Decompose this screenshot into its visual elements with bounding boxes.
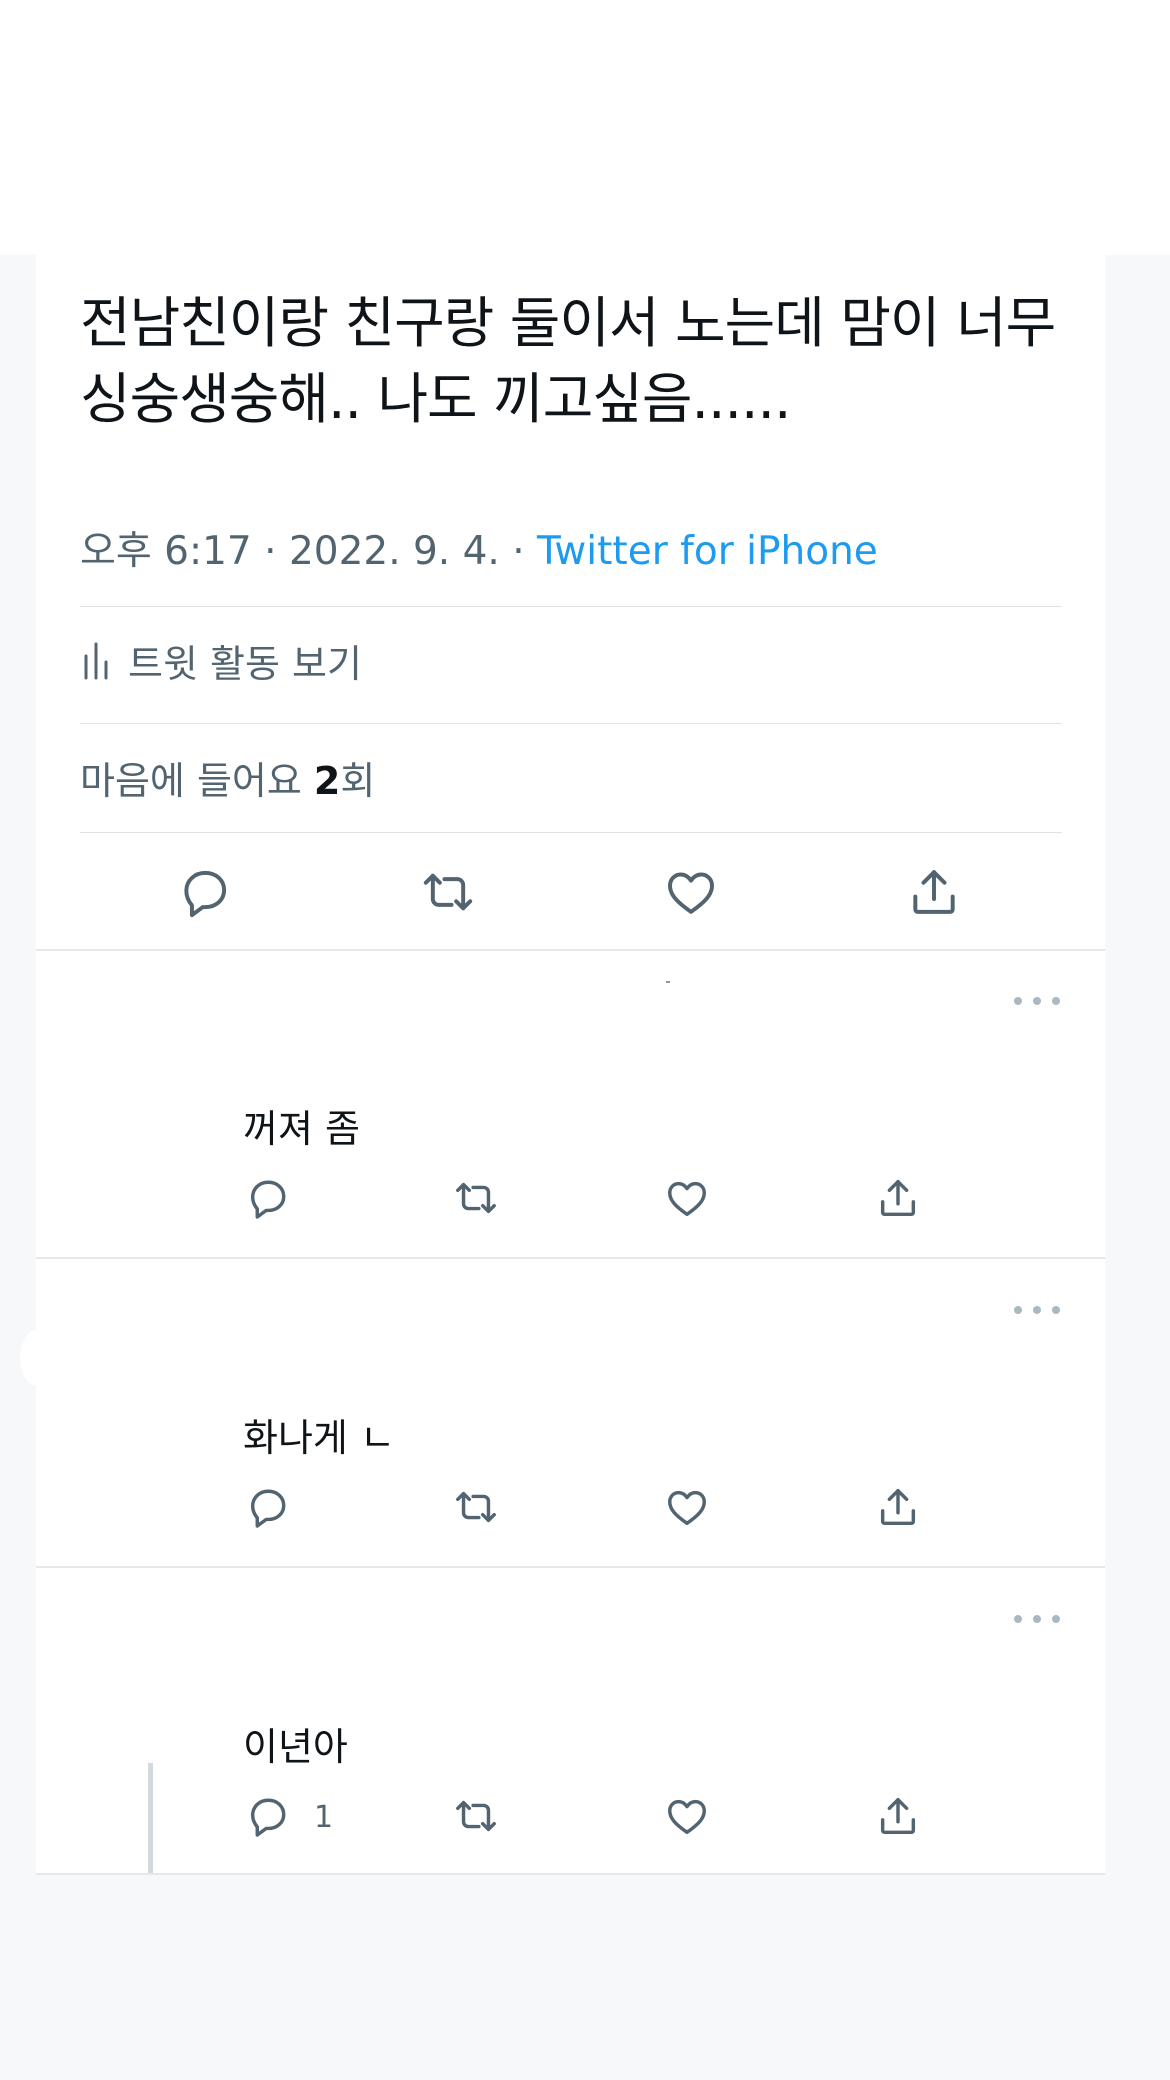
share-icon[interactable] [906,864,962,920]
tweet-meta: 오후 6:17 · 2022. 9. 4. · Twitter for iPho… [80,520,878,576]
retweet-icon[interactable] [420,864,476,920]
reply-icon[interactable] [177,864,233,920]
tweet-date: 2022. 9. 4. [288,529,500,574]
retweet-icon[interactable] [453,1175,499,1221]
more-options-icon[interactable] [1014,994,1060,1008]
likes-count-link[interactable]: 마음에 들어요 2회 [80,750,375,805]
tweet-activity-link[interactable]: 트윗 활동 보기 [80,632,362,688]
reply-icon[interactable] [245,1484,291,1530]
top-blank-area [0,0,1170,255]
likes-prefix: 마음에 들어요 [80,759,314,803]
analytics-icon [84,642,108,680]
likes-suffix: 회 [340,759,376,803]
thread-line [148,1763,153,1873]
tweet-activity-label: 트윗 활동 보기 [128,641,362,686]
divider [36,1257,1105,1259]
divider [36,1566,1105,1568]
like-icon[interactable] [664,1175,710,1221]
more-options-icon[interactable] [1014,1612,1060,1626]
tweet-card [36,255,1105,1875]
share-icon[interactable] [875,1793,921,1839]
dot-mark [666,981,670,983]
divider [80,606,1062,607]
like-icon[interactable] [664,1484,710,1530]
reply-text: 이년아 [243,1725,348,1769]
tweet-text: 전남친이랑 친구랑 둘이서 노는데 맘이 너무 싱숭생숭해.. 나도 끼고싶음.… [80,291,1056,431]
meta-separator: · [499,529,538,574]
like-icon[interactable] [664,1793,710,1839]
avatar-edge [20,1330,54,1386]
divider [80,832,1062,833]
tweet-time: 오후 6:17 [80,529,252,574]
reply-icon[interactable] [245,1793,291,1839]
retweet-icon[interactable] [453,1484,499,1530]
reply-icon[interactable] [245,1175,291,1221]
tweet-source-link[interactable]: Twitter for iPhone [537,529,878,574]
likes-count: 2 [313,759,341,803]
reply-count: 1 [314,1800,334,1835]
reply-text: 화나게 ㄴ [243,1416,395,1460]
divider [36,949,1105,951]
divider [80,723,1062,724]
retweet-icon[interactable] [453,1793,499,1839]
reply-text: 꺼져 좀 [243,1107,360,1151]
more-options-icon[interactable] [1014,1303,1060,1317]
divider [36,1873,1105,1875]
share-icon[interactable] [875,1484,921,1530]
like-icon[interactable] [663,864,719,920]
meta-separator: · [251,529,289,574]
share-icon[interactable] [875,1175,921,1221]
